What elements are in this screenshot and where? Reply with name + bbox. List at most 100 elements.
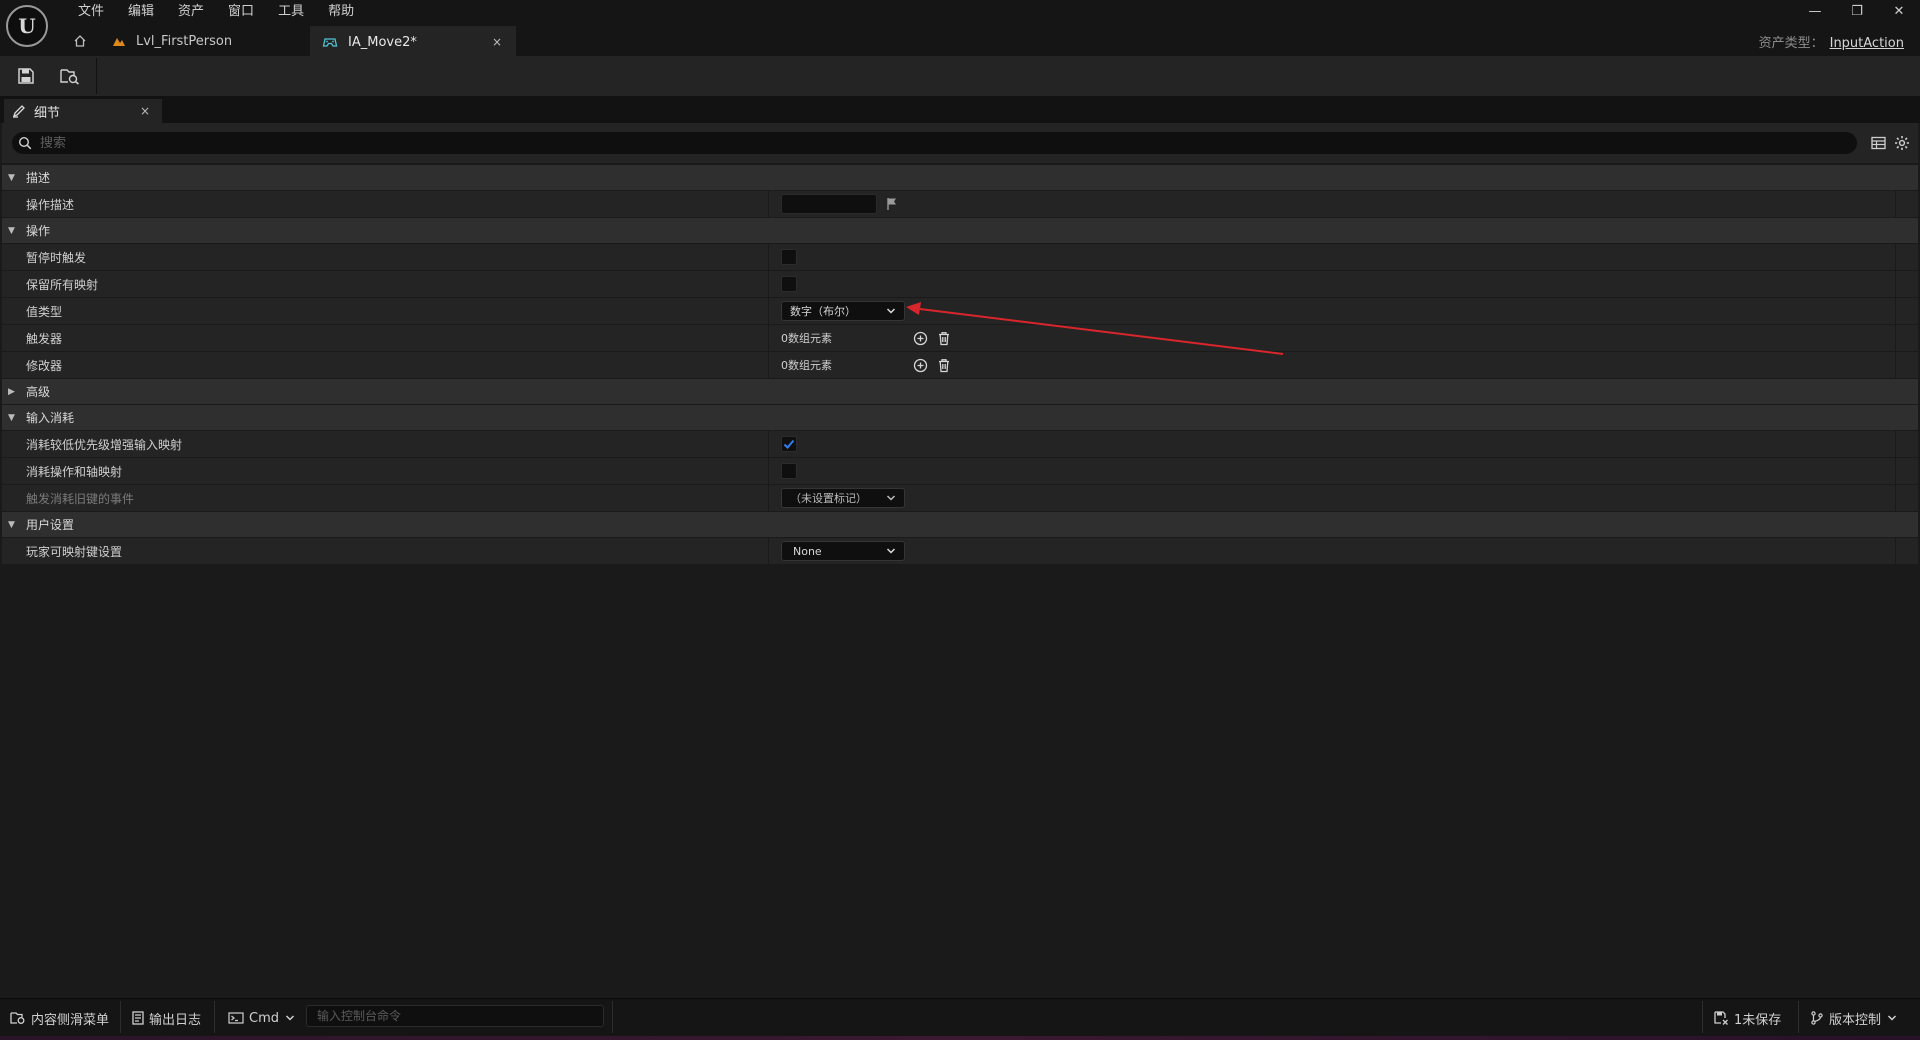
tab-level-label: Lvl_FirstPerson bbox=[136, 33, 233, 49]
expand-arrow-icon: ▼ bbox=[8, 225, 15, 236]
menu-asset[interactable]: 资产 bbox=[166, 2, 216, 22]
row-end bbox=[1895, 485, 1918, 511]
add-modifier-button[interactable] bbox=[909, 354, 931, 376]
category-description[interactable]: ▼ 描述 bbox=[2, 165, 1918, 191]
reserve-all-mappings-checkbox[interactable] bbox=[781, 276, 797, 292]
menu-edit[interactable]: 编辑 bbox=[116, 2, 166, 22]
minimize-button[interactable]: — bbox=[1794, 0, 1836, 22]
settings-button[interactable] bbox=[1892, 133, 1912, 153]
home-tab[interactable] bbox=[60, 26, 100, 56]
chevron-down-icon bbox=[886, 308, 896, 314]
content-drawer-button[interactable]: 内容侧滑菜单 bbox=[10, 1007, 109, 1029]
category-advanced[interactable]: ▶ 高级 bbox=[2, 379, 1918, 405]
tab-asset[interactable]: IA_Move2* × bbox=[310, 26, 516, 56]
statusbar-separator bbox=[1702, 1001, 1703, 1033]
unsaved-button[interactable]: 1未保存 bbox=[1714, 1007, 1781, 1029]
toolbar-separator bbox=[96, 58, 97, 94]
pencil-icon bbox=[12, 105, 25, 118]
trash-icon bbox=[939, 358, 949, 372]
console-field[interactable] bbox=[306, 1005, 604, 1027]
chevron-down-icon bbox=[285, 1015, 295, 1021]
array-count: 0数组元素 bbox=[781, 359, 832, 372]
category-user-settings[interactable]: ▼ 用户设置 bbox=[2, 512, 1918, 538]
statusbar-separator bbox=[120, 1001, 121, 1033]
category-action[interactable]: ▼ 操作 bbox=[2, 218, 1918, 244]
statusbar-separator bbox=[214, 1001, 215, 1033]
property-label: 触发消耗旧键的事件 bbox=[2, 485, 769, 511]
category-label: 输入消耗 bbox=[26, 411, 75, 425]
property-row: 修改器 0数组元素 bbox=[2, 352, 1918, 379]
menu-window[interactable]: 窗口 bbox=[216, 2, 266, 22]
property-label: 消耗较低优先级增强输入映射 bbox=[2, 431, 769, 457]
property-label: 操作描述 bbox=[2, 191, 769, 217]
cmd-dropdown[interactable]: Cmd bbox=[228, 1007, 295, 1029]
cmd-label: Cmd bbox=[249, 1010, 279, 1026]
row-end bbox=[1895, 352, 1918, 378]
player-mappable-key-settings-dropdown[interactable]: None bbox=[781, 541, 905, 561]
details-panel: ▼ 描述 操作描述 ▼ 操作 暂停时触发 保留所有映射 bbox=[2, 123, 1918, 997]
bottom-accent-strip bbox=[0, 1036, 1920, 1040]
row-end bbox=[1895, 244, 1918, 270]
asset-type-link[interactable]: InputAction bbox=[1830, 36, 1904, 51]
property-list: ▼ 描述 操作描述 ▼ 操作 暂停时触发 保留所有映射 值类型 数字（布尔） 触… bbox=[2, 165, 1918, 565]
tab-level[interactable]: Lvl_FirstPerson bbox=[100, 26, 310, 56]
expand-arrow-icon: ▼ bbox=[8, 519, 15, 530]
expand-arrow-icon: ▼ bbox=[8, 172, 15, 183]
collapsed-arrow-icon: ▶ bbox=[8, 386, 15, 397]
menu-file[interactable]: 文件 bbox=[66, 2, 116, 22]
action-description-input[interactable] bbox=[781, 194, 877, 214]
menu-bar: 文件 编辑 资产 窗口 工具 帮助 bbox=[66, 2, 366, 22]
home-icon bbox=[74, 35, 86, 47]
content-drawer-label: 内容侧滑菜单 bbox=[31, 1012, 110, 1028]
save-icon bbox=[18, 68, 34, 84]
details-tab-bar: 细节 × bbox=[0, 97, 1920, 123]
localization-flag-icon[interactable] bbox=[885, 197, 899, 211]
tab-details[interactable]: 细节 × bbox=[4, 99, 162, 123]
search-input[interactable] bbox=[38, 134, 1742, 152]
unsaved-icon bbox=[1714, 1011, 1728, 1025]
toolbar bbox=[0, 56, 1920, 97]
property-row: 值类型 数字（布尔） bbox=[2, 298, 1918, 325]
statusbar-separator bbox=[612, 1001, 613, 1033]
value-type-dropdown[interactable]: 数字（布尔） bbox=[781, 301, 905, 321]
row-end bbox=[1895, 431, 1918, 457]
clear-modifiers-button[interactable] bbox=[933, 354, 955, 376]
close-window-button[interactable]: ✕ bbox=[1878, 0, 1920, 22]
search-field[interactable] bbox=[12, 132, 1857, 154]
chevron-down-icon bbox=[886, 548, 896, 554]
content-drawer-icon bbox=[10, 1012, 25, 1024]
console-input[interactable] bbox=[315, 1008, 599, 1024]
output-log-label: 输出日志 bbox=[149, 1012, 202, 1028]
source-control-button[interactable]: 版本控制 bbox=[1810, 1007, 1897, 1029]
output-log-button[interactable]: 输出日志 bbox=[132, 1007, 201, 1029]
property-label: 触发器 bbox=[2, 325, 769, 351]
unreal-logo-icon[interactable]: U bbox=[6, 5, 48, 47]
property-row: 玩家可映射键设置 None bbox=[2, 538, 1918, 565]
consume-action-axis-checkbox[interactable] bbox=[781, 463, 797, 479]
property-row: 消耗操作和轴映射 bbox=[2, 458, 1918, 485]
menu-help[interactable]: 帮助 bbox=[316, 2, 366, 22]
browse-icon bbox=[60, 69, 80, 85]
category-input-consumption[interactable]: ▼ 输入消耗 bbox=[2, 405, 1918, 431]
status-bar: 内容侧滑菜单 输出日志 Cmd 1未保存 bbox=[0, 998, 1920, 1037]
search-row bbox=[2, 123, 1918, 163]
dropdown-value: （未设置标记） bbox=[790, 492, 867, 505]
trigger-when-paused-checkbox[interactable] bbox=[781, 249, 797, 265]
save-button[interactable] bbox=[10, 62, 42, 90]
clear-triggers-button[interactable] bbox=[933, 327, 955, 349]
row-end bbox=[1895, 191, 1918, 217]
menu-tools[interactable]: 工具 bbox=[266, 2, 316, 22]
restore-button[interactable]: ❐ bbox=[1836, 0, 1878, 22]
add-trigger-button[interactable] bbox=[909, 327, 931, 349]
tab-asset-label: IA_Move2* bbox=[348, 34, 417, 50]
view-options-button[interactable] bbox=[1868, 133, 1888, 153]
consume-lower-priority-checkbox[interactable] bbox=[781, 436, 797, 452]
trigger-consumed-events-dropdown[interactable]: （未设置标记） bbox=[781, 488, 905, 508]
trash-icon bbox=[939, 331, 949, 345]
tab-close-button[interactable]: × bbox=[492, 35, 502, 49]
plus-circle-icon bbox=[913, 331, 927, 345]
category-label: 操作 bbox=[26, 224, 51, 238]
row-end bbox=[1895, 538, 1918, 564]
details-close-button[interactable]: × bbox=[140, 104, 150, 118]
browse-asset-button[interactable] bbox=[54, 62, 86, 90]
